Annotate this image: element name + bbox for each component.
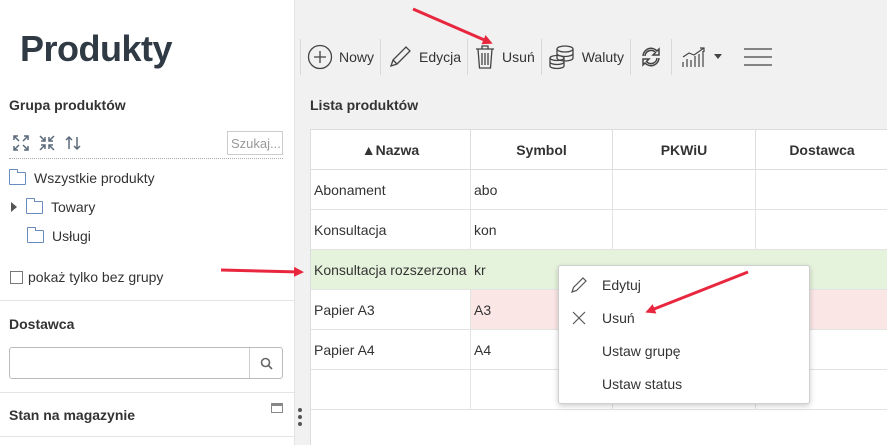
- context-menu-set-group[interactable]: Ustaw grupę: [559, 334, 809, 367]
- cell-name: Konsultacja: [311, 210, 471, 249]
- cell-pkwiu: [613, 170, 756, 209]
- cell-name: Abonament: [311, 170, 471, 209]
- currencies-button[interactable]: Waluty: [542, 38, 630, 76]
- table-row[interactable]: Abonament abo: [311, 170, 887, 210]
- column-header-symbol[interactable]: Symbol: [471, 130, 613, 170]
- group-section-title: Grupa produktów: [9, 97, 126, 113]
- delete-button-label: Usuń: [502, 49, 535, 65]
- pencil-icon: [570, 276, 588, 294]
- refresh-tree-icon[interactable]: [63, 133, 83, 153]
- toolbar: Nowy Edycja Usuń Waluty: [295, 37, 786, 77]
- checkbox-label: pokaż tylko bez grupy: [28, 269, 164, 285]
- edit-button[interactable]: Edycja: [381, 38, 467, 76]
- page-title: Produkty: [20, 28, 173, 69]
- left-panel: Produkty Grupa produktów Szukaj... Wszys…: [0, 0, 295, 445]
- tree-divider: [9, 158, 283, 159]
- context-menu-set-status[interactable]: Ustaw status: [559, 367, 809, 400]
- section-divider: [0, 300, 295, 301]
- context-menu-label: Usuń: [602, 309, 635, 326]
- supplier-search-field[interactable]: [9, 347, 283, 379]
- column-header-supplier[interactable]: Dostawca: [756, 130, 887, 170]
- chart-icon: [682, 47, 705, 67]
- delete-button[interactable]: Usuń: [468, 38, 541, 76]
- tree-item-label: Towary: [51, 199, 96, 215]
- chart-dropdown-button[interactable]: [672, 38, 730, 76]
- folder-icon: [26, 197, 43, 214]
- refresh-icon: [642, 47, 660, 67]
- folder-icon: [9, 168, 26, 185]
- section-divider: [0, 392, 295, 393]
- context-menu-label: Ustaw status: [602, 375, 683, 392]
- collapse-all-icon[interactable]: [37, 133, 57, 153]
- tree-item-goods[interactable]: Towary: [11, 197, 96, 215]
- group-search-input[interactable]: Szukaj...: [227, 131, 283, 155]
- context-menu-edit[interactable]: Edytuj: [559, 268, 809, 301]
- new-button-label: Nowy: [339, 49, 375, 65]
- column-header-name[interactable]: ▲Nazwa: [311, 130, 471, 170]
- checkbox[interactable]: [10, 270, 23, 284]
- panel-splitter-handle[interactable]: [296, 408, 304, 432]
- tree-item-label: Wszystkie produkty: [34, 170, 155, 186]
- table-row[interactable]: Konsultacja kon: [311, 210, 887, 250]
- minimize-icon[interactable]: [271, 403, 283, 413]
- column-header-pkwiu[interactable]: PKWiU: [613, 130, 756, 170]
- search-icon[interactable]: [249, 348, 282, 378]
- coins-icon: [549, 45, 574, 70]
- context-menu-label: Ustaw grupę: [602, 342, 681, 359]
- context-menu-label: Edytuj: [602, 276, 641, 293]
- tree-item-all-products[interactable]: Wszystkie produkty: [9, 168, 155, 186]
- cell-name: Konsultacja rozszerzona: [314, 261, 467, 278]
- expand-caret-icon[interactable]: [11, 202, 17, 212]
- plus-circle-icon: [307, 44, 333, 70]
- hamburger-icon: [744, 48, 773, 66]
- pencil-icon: [389, 46, 411, 68]
- cell-name: Papier A3: [311, 290, 471, 329]
- tree-item-services[interactable]: Usługi: [27, 226, 91, 244]
- cell-pkwiu: [613, 210, 756, 249]
- stock-section-title: Stan na magazynie: [9, 407, 136, 423]
- currencies-button-label: Waluty: [581, 49, 625, 65]
- new-button[interactable]: Nowy: [301, 38, 380, 76]
- edit-button-label: Edycja: [419, 49, 462, 65]
- cell-symbol: kon: [471, 210, 613, 249]
- cell-symbol: abo: [471, 170, 613, 209]
- tree-item-label: Usługi: [52, 228, 91, 244]
- close-icon: [570, 309, 588, 327]
- expand-all-icon[interactable]: [11, 133, 31, 153]
- cell-name: Papier A4: [311, 330, 471, 369]
- cell-name: [311, 370, 471, 409]
- supplier-section-title: Dostawca: [9, 316, 75, 332]
- folder-icon: [27, 226, 44, 243]
- only-without-group-checkbox[interactable]: pokaż tylko bez grupy: [10, 269, 163, 285]
- chevron-down-icon: [714, 54, 723, 59]
- trash-icon: [476, 45, 495, 69]
- list-title: Lista produktów: [310, 97, 419, 113]
- context-menu-delete[interactable]: Usuń: [559, 301, 809, 334]
- section-divider: [0, 436, 295, 437]
- menu-button[interactable]: [730, 38, 786, 76]
- context-menu: Edytuj Usuń Ustaw grupę Ustaw status: [558, 265, 810, 404]
- refresh-button[interactable]: [631, 38, 671, 76]
- tree-tools: [11, 133, 83, 153]
